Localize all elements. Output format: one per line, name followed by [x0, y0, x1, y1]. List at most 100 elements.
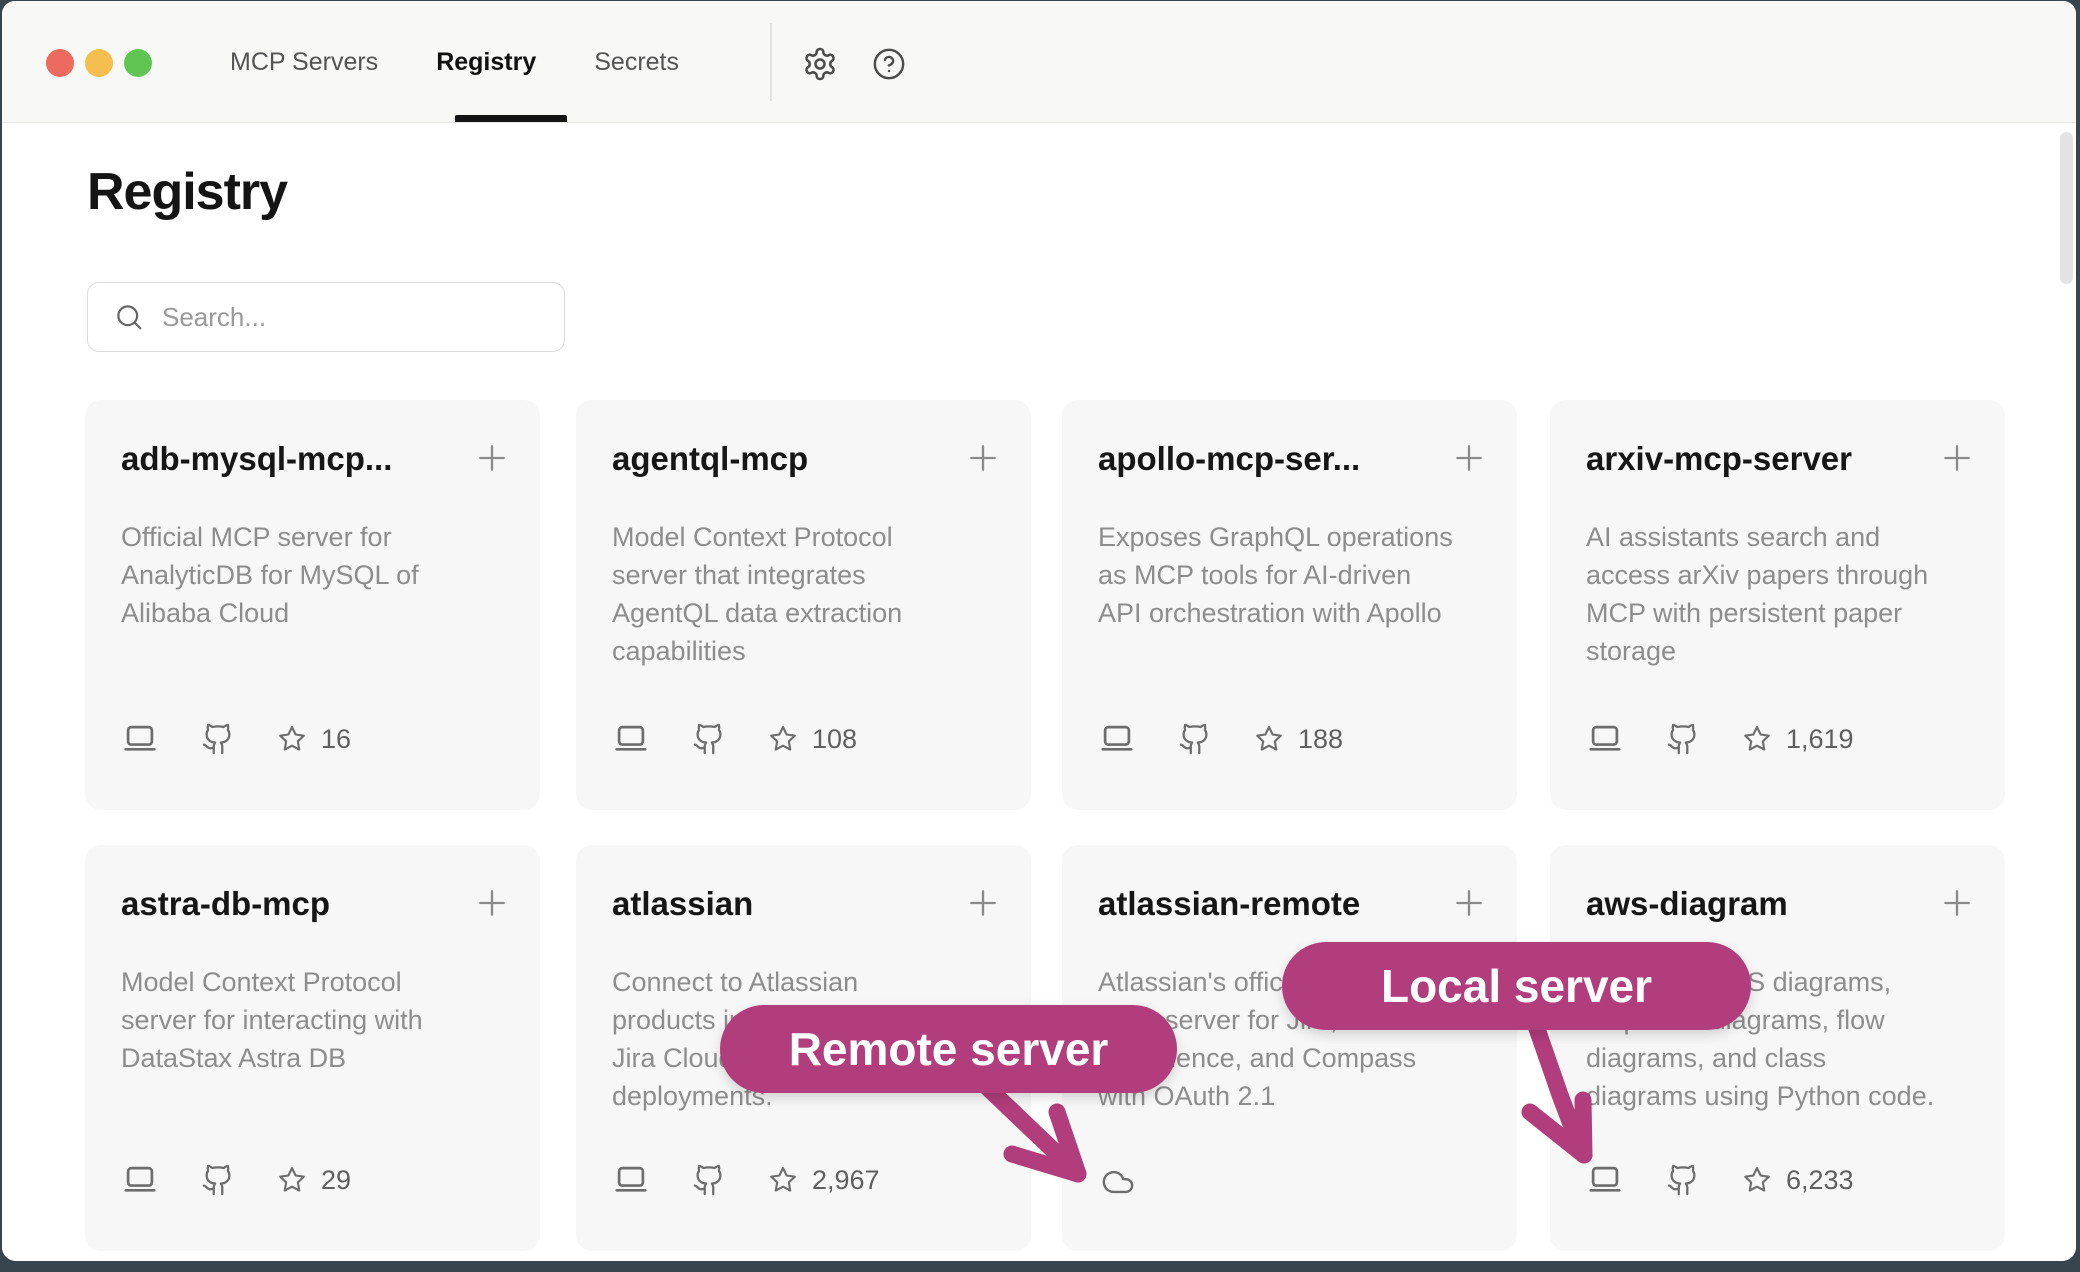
github-icon — [1666, 1163, 1700, 1197]
star-icon — [277, 1165, 307, 1195]
server-card-footer: 2,967 — [612, 1161, 880, 1199]
server-card-footer: 1,619 — [1586, 720, 1854, 758]
server-name: agentql-mcp — [612, 440, 808, 478]
server-name: atlassian — [612, 885, 753, 923]
laptop-icon — [1586, 720, 1624, 758]
server-name: adb-mysql-mcp... — [121, 440, 392, 478]
add-server-button[interactable] — [961, 436, 1005, 480]
server-card-footer — [1098, 1165, 1180, 1199]
add-server-button[interactable] — [1935, 881, 1979, 925]
server-name: aws-diagram — [1586, 885, 1788, 923]
question-circle-icon — [872, 47, 906, 81]
server-card-footer: 6,233 — [1586, 1161, 1854, 1199]
search-box — [87, 282, 565, 352]
active-tab-indicator — [455, 115, 567, 122]
plus-icon — [963, 883, 1003, 923]
tab-secrets[interactable]: Secrets — [594, 48, 679, 77]
vertical-scrollbar-thumb[interactable] — [2060, 132, 2073, 284]
server-card[interactable]: astra-db-mcp Model Context Protocol serve… — [85, 845, 540, 1251]
tab-bar: MCP Servers Registry Secrets — [230, 1, 679, 123]
remote-server-callout: Remote server — [720, 1005, 1177, 1093]
star-rating: 2,967 — [768, 1165, 880, 1196]
server-name: apollo-mcp-ser... — [1098, 440, 1360, 478]
server-card[interactable]: arxiv-mcp-server AI assistants search and… — [1550, 400, 2005, 810]
traffic-light-close[interactable] — [46, 49, 74, 77]
star-icon — [277, 724, 307, 754]
add-server-button[interactable] — [961, 881, 1005, 925]
traffic-light-zoom[interactable] — [124, 49, 152, 77]
server-card[interactable]: agentql-mcp Model Context Protocol server… — [576, 400, 1031, 810]
add-server-button[interactable] — [470, 881, 514, 925]
server-description: Official MCP server for AnalyticDB for M… — [121, 518, 513, 632]
star-icon — [1254, 724, 1284, 754]
cloud-icon — [1098, 1165, 1138, 1199]
titlebar: MCP Servers Registry Secrets — [2, 1, 2076, 123]
search-input[interactable] — [162, 302, 542, 333]
plus-icon — [1937, 883, 1977, 923]
add-server-button[interactable] — [1447, 881, 1491, 925]
traffic-light-minimize[interactable] — [85, 49, 113, 77]
server-card[interactable]: adb-mysql-mcp... Official MCP server for … — [85, 400, 540, 810]
github-icon — [201, 722, 235, 756]
server-card-footer: 108 — [612, 720, 857, 758]
server-description: Exposes GraphQL operations as MCP tools … — [1098, 518, 1490, 632]
server-card[interactable]: apollo-mcp-ser... Exposes GraphQL operati… — [1062, 400, 1517, 810]
server-card-footer: 16 — [121, 720, 351, 758]
laptop-icon — [1098, 720, 1136, 758]
laptop-icon — [612, 720, 650, 758]
github-icon — [201, 1163, 235, 1197]
star-icon — [1742, 724, 1772, 754]
star-rating: 1,619 — [1742, 724, 1854, 755]
tab-registry[interactable]: Registry — [436, 48, 536, 77]
star-count: 108 — [812, 724, 857, 755]
star-count: 188 — [1298, 724, 1343, 755]
settings-button[interactable] — [801, 45, 839, 83]
add-server-button[interactable] — [470, 436, 514, 480]
star-count: 1,619 — [1786, 724, 1854, 755]
server-name: astra-db-mcp — [121, 885, 330, 923]
star-count: 29 — [321, 1165, 351, 1196]
laptop-icon — [121, 720, 159, 758]
help-button[interactable] — [870, 45, 908, 83]
github-icon — [1666, 722, 1700, 756]
server-card-footer: 29 — [121, 1161, 351, 1199]
plus-icon — [472, 883, 512, 923]
github-icon — [1178, 722, 1212, 756]
star-icon — [768, 724, 798, 754]
tab-mcp-servers[interactable]: MCP Servers — [230, 48, 378, 77]
plus-icon — [963, 438, 1003, 478]
server-name: arxiv-mcp-server — [1586, 440, 1852, 478]
server-name: atlassian-remote — [1098, 885, 1360, 923]
star-count: 16 — [321, 724, 351, 755]
star-rating: 6,233 — [1742, 1165, 1854, 1196]
laptop-icon — [1586, 1161, 1624, 1199]
github-icon — [692, 722, 726, 756]
server-description: Model Context Protocol server that integ… — [612, 518, 1004, 670]
server-card-footer: 188 — [1098, 720, 1343, 758]
page-title: Registry — [87, 162, 287, 222]
star-rating: 188 — [1254, 724, 1343, 755]
star-rating: 16 — [277, 724, 351, 755]
star-count: 2,967 — [812, 1165, 880, 1196]
server-description: AI assistants search and access arXiv pa… — [1586, 518, 1978, 670]
server-description: Model Context Protocol server for intera… — [121, 963, 513, 1077]
star-rating: 108 — [768, 724, 857, 755]
server-card[interactable]: aws-diagramGenerate AWS diagrams, sequen… — [1550, 845, 2005, 1251]
laptop-icon — [612, 1161, 650, 1199]
github-icon — [692, 1163, 726, 1197]
plus-icon — [1449, 883, 1489, 923]
laptop-icon — [121, 1161, 159, 1199]
star-icon — [1742, 1165, 1772, 1195]
titlebar-divider — [770, 23, 772, 101]
add-server-button[interactable] — [1935, 436, 1979, 480]
plus-icon — [472, 438, 512, 478]
magnifier-icon — [114, 302, 144, 332]
add-server-button[interactable] — [1447, 436, 1491, 480]
star-rating: 29 — [277, 1165, 351, 1196]
plus-icon — [1937, 438, 1977, 478]
star-count: 6,233 — [1786, 1165, 1854, 1196]
local-server-callout: Local server — [1282, 942, 1751, 1030]
plus-icon — [1449, 438, 1489, 478]
gear-icon — [802, 46, 838, 82]
star-icon — [768, 1165, 798, 1195]
